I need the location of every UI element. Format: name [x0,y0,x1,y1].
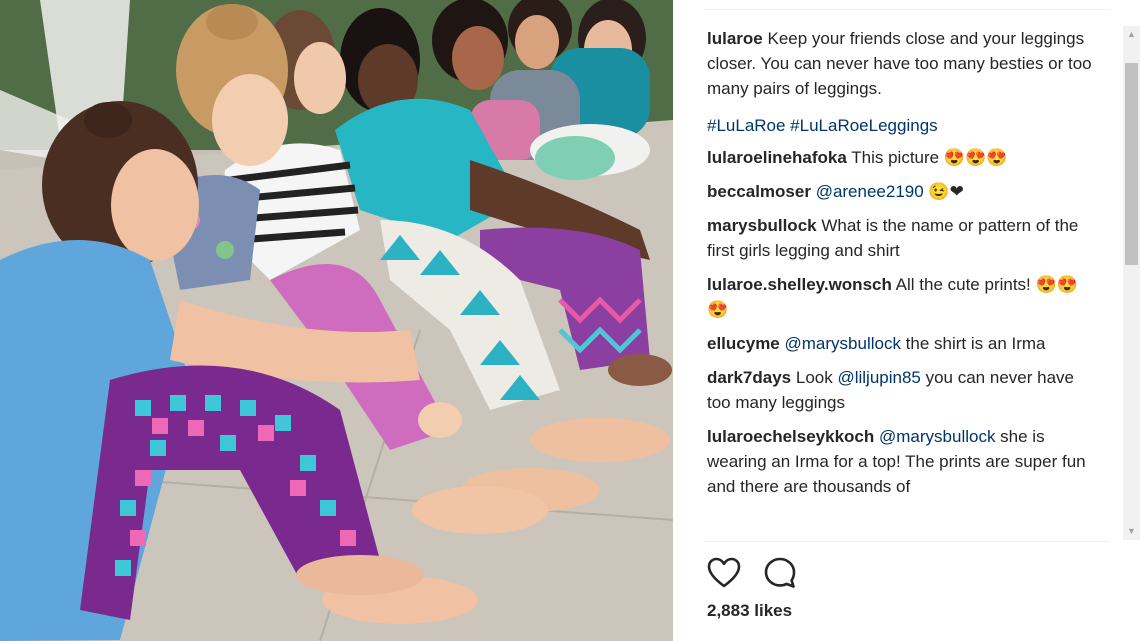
post-actions [707,556,797,590]
caption: lularoe Keep your friends close and your… [707,26,1097,101]
comments-list[interactable]: lularoe Keep your friends close and your… [707,26,1097,540]
comment-username[interactable]: lularoelinehafoka [707,148,847,167]
comments-scrollbar[interactable]: ▲ ▼ [1123,26,1140,540]
comment-item: lularoechelseykkoch @marysbullock she is… [707,424,1097,499]
comment-text: This picture 😍😍😍 [851,148,1008,167]
comment-item: lularoe.shelley.wonsch All the cute prin… [707,272,1097,322]
comment-username[interactable]: ellucyme [707,334,780,353]
comment-container: lularoelinehafoka This picture 😍😍😍 beccal… [707,145,1097,499]
comment-button[interactable] [763,556,797,590]
comment-item: marysbullock What is the name or pattern… [707,213,1097,263]
comment-text: the shirt is an Irma [900,334,1046,353]
top-divider [705,9,1110,10]
comment-mention[interactable]: @arenee2190 [816,182,924,201]
scroll-up-arrow-icon[interactable]: ▲ [1123,26,1140,43]
scroll-down-arrow-icon[interactable]: ▼ [1123,523,1140,540]
comment-username[interactable]: marysbullock [707,216,817,235]
like-button[interactable] [707,556,741,590]
comment-username[interactable]: beccalmoser [707,182,811,201]
comment-item: beccalmoser @arenee2190 😉❤ [707,179,1097,204]
post-details-panel: lularoe Keep your friends close and your… [673,0,1140,641]
speech-bubble-icon [764,557,796,588]
comment-username[interactable]: lularoechelseykkoch [707,427,874,446]
comment-text: 😉❤ [923,182,964,201]
caption-hashtags[interactable]: #LuLaRoe #LuLaRoeLeggings [707,113,1097,138]
heart-icon [707,557,741,588]
bottom-divider [705,541,1110,542]
comment-item: ellucyme @marysbullock the shirt is an I… [707,331,1097,356]
caption-username[interactable]: lularoe [707,29,763,48]
comment-text: Look [795,368,838,387]
caption-text: Keep your friends close and your legging… [707,29,1092,98]
comment-mention[interactable]: @marysbullock [785,334,901,353]
scrollbar-thumb[interactable] [1125,63,1138,265]
comment-username[interactable]: dark7days [707,368,791,387]
comment-mention[interactable]: @liljupin85 [837,368,920,387]
comment-mention[interactable]: @marysbullock [879,427,995,446]
comment-username[interactable]: lularoe.shelley.wonsch [707,275,892,294]
comment-item: dark7days Look @liljupin85 you can never… [707,365,1097,415]
comment-item: lularoelinehafoka This picture 😍😍😍 [707,145,1097,170]
photo-illustration [0,0,673,641]
likes-count[interactable]: 2,883 likes [707,601,792,621]
post-photo[interactable] [0,0,673,641]
